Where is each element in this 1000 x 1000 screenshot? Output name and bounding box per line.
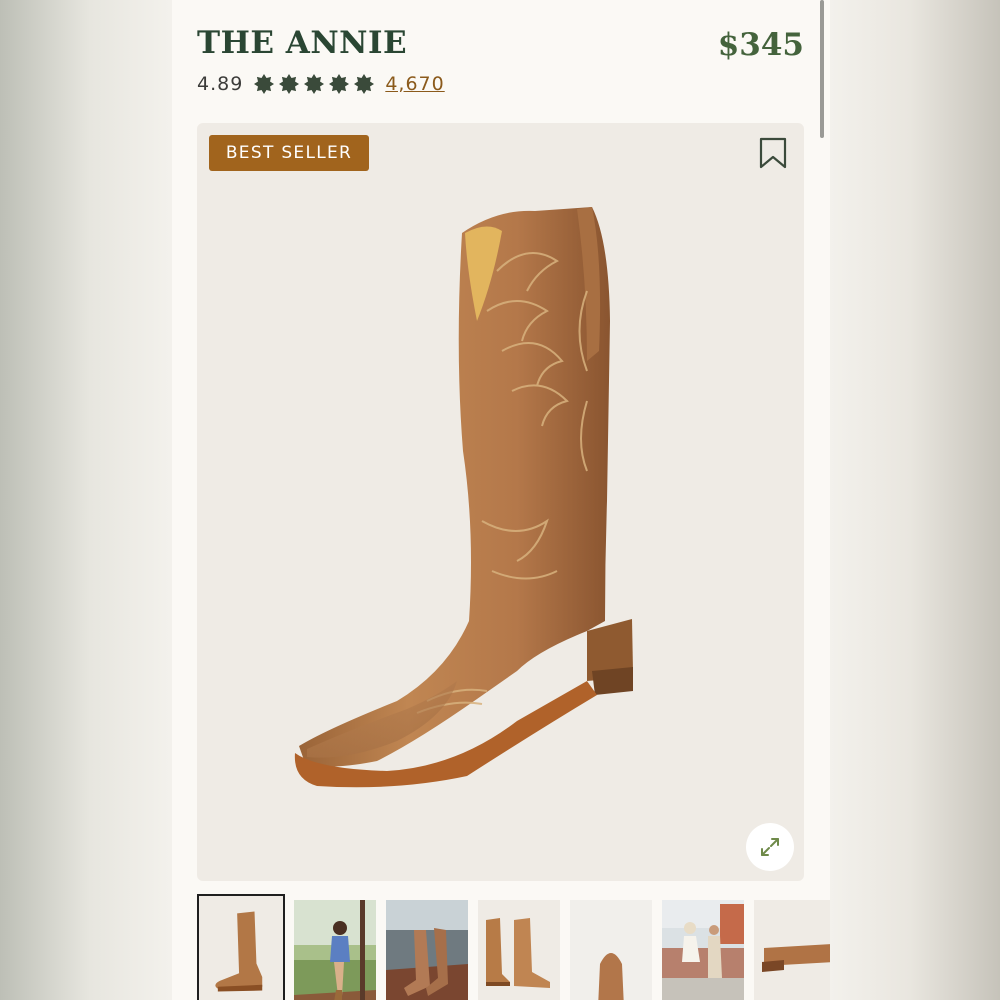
thumbnail-model-outdoor[interactable] [294,900,376,1000]
thumbnail-boot-side-image [199,896,283,1000]
star-icon [329,74,350,94]
product-price: $345 [717,27,804,63]
thumbnail-boot-toe[interactable] [570,900,652,1000]
image-thumbnail-strip [197,894,830,1000]
star-icon [354,74,375,94]
thumbnail-model-outdoor-image [294,900,376,1000]
rating-value: 4.89 [197,73,244,95]
star-icon [279,74,300,94]
thumbnail-boots-on-feet-image [386,900,468,1000]
product-page: THE ANNIE $345 4.89 4,670 BEST SELLER [172,0,830,1000]
review-count-link[interactable]: 4,670 [385,73,444,95]
thumbnail-boot-pair-image [478,900,560,1000]
thumbnail-dancing-couple[interactable] [662,900,744,1000]
star-icon [254,74,275,94]
expand-image-button[interactable] [746,823,794,871]
star-icon [304,74,325,94]
thumbnail-boot-heel-image [754,900,830,1000]
expand-icon [761,838,779,856]
thumbnail-boot-pair[interactable] [478,900,560,1000]
rating-stars [253,73,375,95]
thumbnail-boot-toe-image [570,900,652,1000]
thumbnail-boot-side[interactable] [197,894,285,1000]
thumbnail-dancing-couple-image [662,900,744,1000]
rating-row: 4.89 4,670 [197,71,445,97]
product-image-main: BEST SELLER [197,123,804,881]
boot-image [294,207,633,788]
page-scrollbar[interactable] [820,0,824,138]
thumbnail-boot-heel[interactable] [754,900,830,1000]
product-title: THE ANNIE [197,25,408,61]
best-seller-badge: BEST SELLER [209,135,369,171]
bookmark-icon[interactable] [758,137,788,169]
thumbnail-boots-on-feet[interactable] [386,900,468,1000]
